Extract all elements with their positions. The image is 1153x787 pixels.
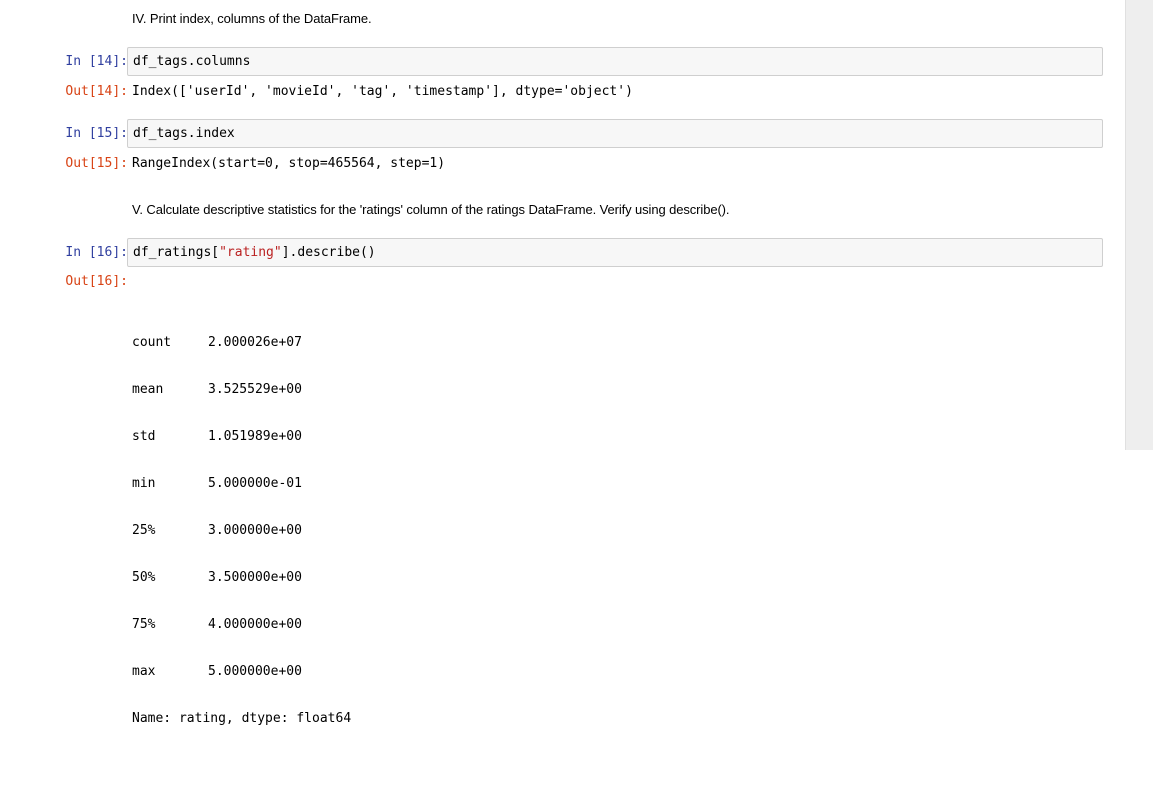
stat-value: 3.525529e+00 <box>208 382 302 397</box>
stat-label: max <box>132 664 156 679</box>
stat-label: count <box>132 335 172 350</box>
stat-row: max 5.000000e+00 <box>132 663 351 680</box>
stat-label: mean <box>132 382 164 397</box>
output-text-15: RangeIndex(start=0, stop=465564, step=1) <box>132 156 446 171</box>
stat-row: min 5.000000e-01 <box>132 475 351 492</box>
output-prompt-15: Out[15]: <box>65 156 128 171</box>
stat-value: 3.000000e+00 <box>208 523 302 538</box>
stat-value: 2.000026e+07 <box>208 335 302 350</box>
code-part: ].describe() <box>281 245 376 260</box>
output-prompt-14: Out[14]: <box>65 84 128 99</box>
stat-value: 4.000000e+00 <box>208 617 302 632</box>
code-text-16: df_ratings["rating"].describe() <box>133 245 376 260</box>
describe-table: count 2.000026e+07 mean 3.525529e+00 std 1.… <box>132 304 351 757</box>
stat-label: std <box>132 429 156 444</box>
code-text-14: df_tags.columns <box>133 54 251 69</box>
stat-label: min <box>132 476 156 491</box>
input-prompt-14: In [14]: <box>65 54 128 69</box>
code-part: df_ratings[ <box>133 245 220 260</box>
stat-label: 75% <box>132 617 156 632</box>
stat-value: 3.500000e+00 <box>208 570 302 585</box>
stat-row: 75% 4.000000e+00 <box>132 616 351 633</box>
input-prompt-15: In [15]: <box>65 126 128 141</box>
code-cell-15[interactable]: df_tags.index <box>127 119 1103 148</box>
stat-label: 50% <box>132 570 156 585</box>
stat-row: 25% 3.000000e+00 <box>132 522 351 539</box>
code-cell-14[interactable]: df_tags.columns <box>127 47 1103 76</box>
stat-row: 50% 3.500000e+00 <box>132 569 351 586</box>
stat-label: 25% <box>132 523 156 538</box>
code-cell-16[interactable]: df_ratings["rating"].describe() <box>127 238 1103 267</box>
markdown-cell-v[interactable]: V. Calculate descriptive statistics for … <box>132 202 730 217</box>
stat-row: mean 3.525529e+00 <box>132 381 351 398</box>
code-text-15: df_tags.index <box>133 126 235 141</box>
notebook-area: IV. Print index, columns of the DataFram… <box>0 0 1125 726</box>
stat-value: 5.000000e+00 <box>208 664 302 679</box>
stat-value: 5.000000e-01 <box>208 476 302 491</box>
input-prompt-16: In [16]: <box>65 245 128 260</box>
stat-row: std 1.051989e+00 <box>132 428 351 445</box>
stat-row: count 2.000026e+07 <box>132 334 351 351</box>
markdown-cell-iv[interactable]: IV. Print index, columns of the DataFram… <box>132 11 372 26</box>
series-footer: Name: rating, dtype: float64 <box>132 711 352 726</box>
output-prompt-16: Out[16]: <box>65 274 128 289</box>
output-text-14: Index(['userId', 'movieId', 'tag', 'time… <box>132 84 633 99</box>
vertical-scrollbar[interactable] <box>1125 0 1153 450</box>
output-text-16: count 2.000026e+07 mean 3.525529e+00 std 1.… <box>132 274 351 787</box>
code-string: "rating" <box>219 245 282 260</box>
stat-value: 1.051989e+00 <box>208 429 302 444</box>
